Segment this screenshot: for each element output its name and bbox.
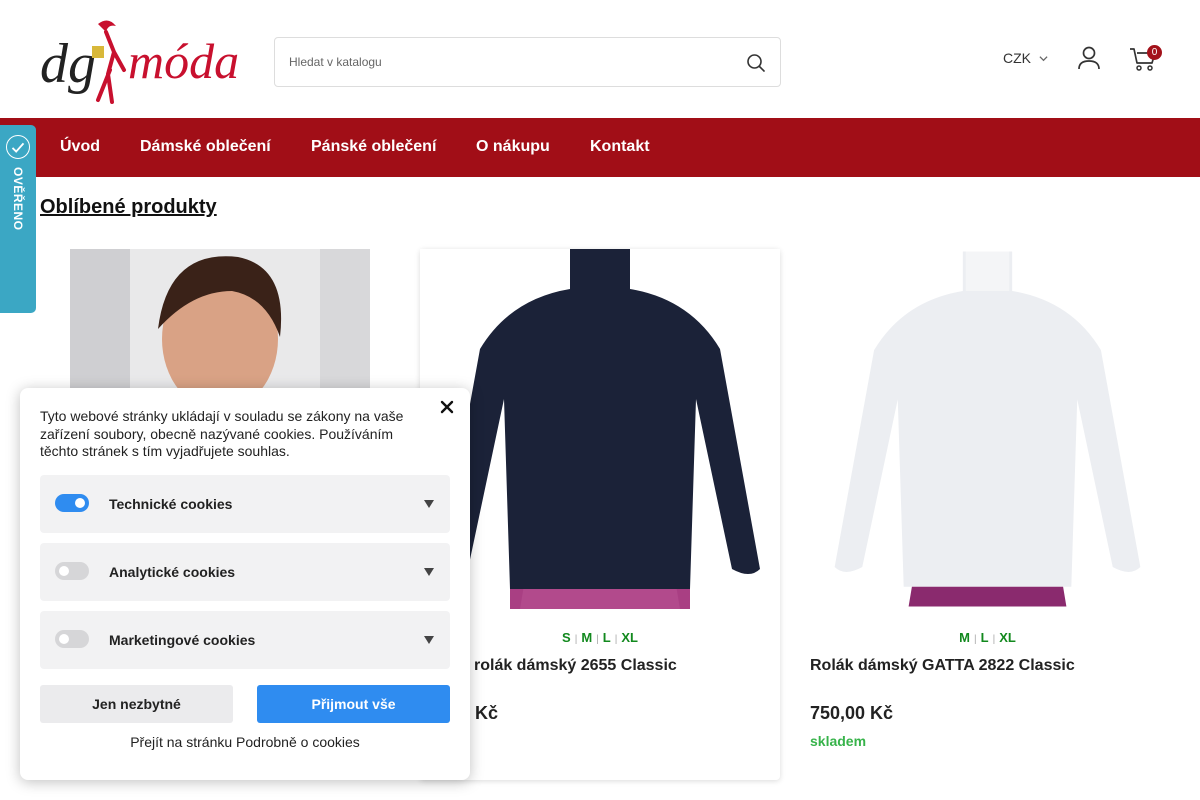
- caret-down-icon[interactable]: [424, 636, 434, 644]
- product-price: 750,00 Kč: [810, 703, 894, 723]
- product-image[interactable]: [810, 249, 1165, 609]
- svg-text:dg: dg: [40, 33, 96, 95]
- cookie-details-link[interactable]: Přejít na stránku Podrobně o cookies: [20, 734, 470, 750]
- svg-text:móda: móda: [128, 33, 239, 89]
- section-title[interactable]: Oblíbené produkty: [40, 196, 217, 219]
- cookie-category-technical[interactable]: Technické cookies: [40, 475, 450, 533]
- cookie-category-label: Analytické cookies: [109, 564, 236, 580]
- search-icon[interactable]: [746, 53, 766, 73]
- caret-down-icon[interactable]: [424, 568, 434, 576]
- search-box: [274, 37, 781, 87]
- marketing-cookies-toggle[interactable]: [55, 630, 89, 648]
- size-option[interactable]: M: [959, 630, 970, 645]
- nav-item-o-nakupu[interactable]: O nákupu: [476, 138, 550, 156]
- toggle-knob: [59, 566, 69, 576]
- verified-badge-label: OVĚŘENO ZÁKAZNÍKY: [11, 167, 25, 231]
- verified-seal-icon: [6, 135, 30, 159]
- cookie-category-label: Technické cookies: [109, 496, 233, 512]
- cart-count-badge: 0: [1147, 45, 1162, 60]
- product-card[interactable]: S | M | L | XL TA rolák dámský 2655 Classic 00…: [420, 249, 780, 780]
- cookie-consent-dialog: Tyto webové stránky ukládají v souladu s…: [20, 388, 470, 780]
- product-sizes: S | M | L | XL: [562, 630, 638, 645]
- nav-item-kontakt[interactable]: Kontakt: [590, 138, 650, 156]
- accept-all-button[interactable]: Přijmout vše: [257, 685, 450, 723]
- nav-item-uvod[interactable]: Úvod: [60, 138, 100, 156]
- caret-down-icon[interactable]: [424, 500, 434, 508]
- size-option[interactable]: L: [603, 630, 611, 645]
- cookie-category-marketing[interactable]: Marketingové cookies: [40, 611, 450, 669]
- currency-selector[interactable]: CZK: [1003, 50, 1048, 66]
- analytics-cookies-toggle[interactable]: [55, 562, 89, 580]
- main-nav: Úvod Dámské oblečení Pánské oblečení O n…: [0, 118, 1200, 177]
- size-option[interactable]: L: [981, 630, 989, 645]
- product-stock-status: skladem: [810, 733, 867, 749]
- product-name[interactable]: TA rolák dámský 2655 Classic: [450, 657, 677, 675]
- technical-cookies-toggle[interactable]: [55, 494, 89, 512]
- search-input[interactable]: [289, 38, 729, 86]
- cookie-category-label: Marketingové cookies: [109, 632, 256, 648]
- product-image[interactable]: [420, 249, 780, 609]
- product-sizes: M | L | XL: [959, 630, 1016, 645]
- size-option[interactable]: XL: [999, 630, 1016, 645]
- currency-label: CZK: [1003, 50, 1031, 66]
- product-name[interactable]: Rolák dámský GATTA 2822 Classic: [810, 657, 1075, 675]
- size-option[interactable]: S: [562, 630, 571, 645]
- cookie-consent-text: Tyto webové stránky ukládají v souladu s…: [40, 408, 404, 459]
- chevron-down-icon: [1039, 55, 1048, 61]
- size-option[interactable]: XL: [621, 630, 638, 645]
- product-card[interactable]: M | L | XL Rolák dámský GATTA 2822 Classic 7…: [810, 249, 1165, 780]
- toggle-knob: [75, 498, 85, 508]
- cookie-category-analytics[interactable]: Analytické cookies: [40, 543, 450, 601]
- nav-item-damske-obleceni[interactable]: Dámské oblečení: [140, 138, 271, 156]
- site-logo[interactable]: dg móda: [40, 14, 240, 106]
- necessary-only-button[interactable]: Jen nezbytné: [40, 685, 233, 723]
- site-header: dg móda CZK 0: [0, 0, 1200, 118]
- toggle-knob: [59, 634, 69, 644]
- close-icon[interactable]: [440, 400, 454, 414]
- size-option[interactable]: M: [581, 630, 592, 645]
- nav-item-panske-obleceni[interactable]: Pánské oblečení: [311, 138, 436, 156]
- verified-by-customers-badge[interactable]: OVĚŘENO ZÁKAZNÍKY: [0, 125, 36, 313]
- user-icon[interactable]: [1077, 46, 1101, 70]
